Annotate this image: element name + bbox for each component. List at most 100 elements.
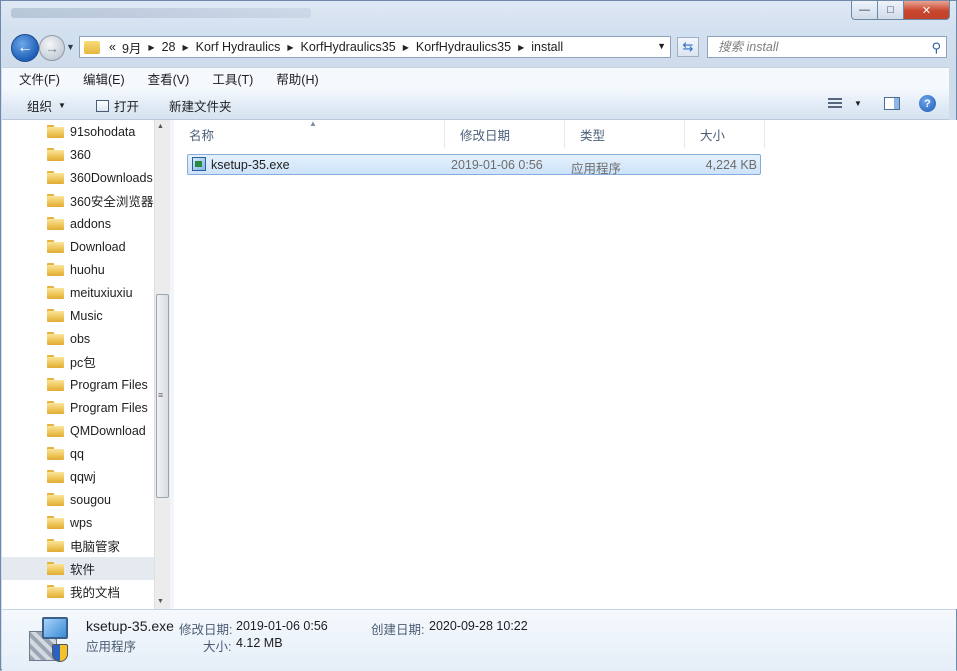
sidebar-item-label: huohu [70, 262, 105, 277]
scroll-down-arrow-icon[interactable]: ▼ [157, 598, 164, 605]
maximize-button[interactable]: □ [878, 1, 904, 20]
folder-icon [47, 539, 64, 552]
column-header-size[interactable]: 大小 [685, 120, 765, 148]
search-input[interactable] [716, 39, 920, 55]
folder-icon [47, 585, 64, 598]
sidebar-item[interactable]: 91sohodata [2, 120, 154, 143]
help-icon[interactable]: ? [919, 95, 936, 112]
command-bar: 组织 ▼ 打开 新建文件夹 ▼ ? [2, 89, 949, 120]
forward-button[interactable]: → [39, 35, 65, 61]
breadcrumb-item[interactable]: 28 [159, 40, 179, 54]
address-dropdown-icon[interactable]: ▼ [657, 41, 666, 51]
details-size-value: 4.12 MB [236, 636, 283, 650]
sidebar-item[interactable]: 我的文档 [2, 580, 154, 603]
folder-icon [47, 240, 64, 253]
column-header-type[interactable]: 类型 [565, 120, 685, 148]
view-options-dropdown-icon[interactable]: ▼ [854, 99, 862, 108]
refresh-button[interactable]: ⇆ [677, 37, 699, 57]
sidebar-item[interactable]: 360Downloads [2, 166, 154, 189]
menu-edit[interactable]: 编辑(E) [66, 69, 131, 88]
sidebar-item[interactable]: 电脑管家 [2, 534, 154, 557]
sidebar-item[interactable]: meituxiuxiu [2, 281, 154, 304]
sidebar-item[interactable]: Program Files [2, 373, 154, 396]
sidebar-item[interactable]: qqwj [2, 465, 154, 488]
sidebar-item-label: 电脑管家 [70, 540, 121, 554]
breadcrumb-chevron-icon[interactable]: ▶ [144, 43, 158, 52]
scroll-up-arrow-icon[interactable]: ▲ [157, 123, 164, 130]
sidebar-item-label: 360 [70, 147, 91, 162]
organize-button[interactable]: 组织 ▼ [27, 96, 66, 115]
folder-icon [47, 355, 64, 368]
back-button[interactable]: ← [11, 34, 39, 62]
address-folder-icon [84, 40, 100, 54]
change-view-icon[interactable] [828, 98, 842, 109]
breadcrumb-chevron-icon[interactable]: ▶ [178, 43, 192, 52]
search-icon[interactable]: ⚲ [931, 40, 941, 56]
sidebar-item[interactable]: wps [2, 511, 154, 534]
details-file-type: 应用程序 [86, 640, 137, 654]
file-list: 名称 ▲ 修改日期 类型 大小 ksetup-35.exe 2019-01-06… [174, 119, 949, 609]
folder-icon [47, 424, 64, 437]
sidebar-item[interactable]: 360 [2, 143, 154, 166]
folder-icon [47, 309, 64, 322]
sidebar-item-selected[interactable]: 软件 [2, 557, 154, 580]
folder-icon [47, 286, 64, 299]
open-button[interactable]: 打开 [96, 96, 139, 115]
breadcrumb-item[interactable]: KorfHydraulics35 [298, 40, 399, 54]
sidebar-item[interactable]: QMDownload [2, 419, 154, 442]
menu-tools[interactable]: 工具(T) [195, 69, 259, 88]
menu-help[interactable]: 帮助(H) [259, 69, 324, 88]
sidebar-item[interactable]: Download [2, 235, 154, 258]
sidebar-item[interactable]: addons [2, 212, 154, 235]
close-button[interactable]: ✕ [904, 1, 950, 20]
breadcrumb-item-current[interactable]: install [528, 40, 566, 54]
organize-label: 组织 [27, 100, 53, 114]
navigation-bar: ← → ▼ « 9月 ▶ 28 ▶ Korf Hydraulics ▶ Korf… [1, 32, 956, 62]
sidebar-item[interactable]: qq [2, 442, 154, 465]
column-header-name[interactable]: 名称 ▲ [174, 119, 445, 148]
sidebar-item-label: Music [70, 308, 103, 323]
breadcrumb: « 9月 ▶ 28 ▶ Korf Hydraulics ▶ KorfHydrau… [106, 38, 566, 57]
address-bar[interactable]: « 9月 ▶ 28 ▶ Korf Hydraulics ▶ KorfHydrau… [79, 36, 671, 58]
breadcrumb-chevron-icon[interactable]: ▶ [399, 43, 413, 52]
folder-icon [47, 125, 64, 138]
breadcrumb-item[interactable]: 9月 [119, 38, 144, 57]
minimize-button[interactable]: — [851, 1, 878, 20]
folder-icon [47, 332, 64, 345]
file-modified: 2019-01-06 0:56 [451, 158, 543, 172]
sidebar-item[interactable]: sougou [2, 488, 154, 511]
file-row-selected[interactable]: ksetup-35.exe 2019-01-06 0:56 应用程序 4,224… [187, 154, 761, 176]
breadcrumb-item[interactable]: Korf Hydraulics [193, 40, 284, 54]
sidebar-item-label: 软件 [70, 563, 96, 577]
column-header-modified[interactable]: 修改日期 [445, 120, 565, 148]
sidebar-item[interactable]: Music [2, 304, 154, 327]
sidebar-item-label: 91sohodata [70, 124, 136, 139]
sidebar-item-label: QMDownload [70, 423, 146, 438]
folder-icon [47, 516, 64, 529]
folder-icon [47, 378, 64, 391]
sidebar-item[interactable]: pc包 [2, 350, 154, 373]
menu-file[interactable]: 文件(F) [2, 69, 66, 88]
breadcrumb-item[interactable]: KorfHydraulics35 [413, 40, 514, 54]
sidebar-item[interactable]: huohu [2, 258, 154, 281]
sidebar-item-label: pc包 [70, 356, 96, 370]
sidebar-item[interactable]: Program Files [2, 396, 154, 419]
menu-view[interactable]: 查看(V) [131, 69, 196, 88]
breadcrumb-chevron-icon[interactable]: ▶ [514, 43, 528, 52]
details-file-name: ksetup-35.exe [86, 618, 174, 634]
folder-icon [47, 217, 64, 230]
preview-pane-icon[interactable] [884, 97, 900, 110]
sidebar-item[interactable]: obs [2, 327, 154, 350]
folder-icon [47, 493, 64, 506]
breadcrumb-chevron-icon[interactable]: ▶ [283, 43, 297, 52]
search-box[interactable]: ⚲ [707, 36, 947, 58]
breadcrumb-overflow[interactable]: « [106, 40, 119, 54]
sidebar-item[interactable]: 360安全浏览器 [2, 189, 154, 212]
history-dropdown-icon[interactable]: ▼ [66, 42, 75, 52]
open-icon [96, 99, 109, 112]
navigation-pane: 91sohodata 360 360Downloads 360安全浏览器 add… [2, 120, 170, 609]
forward-arrow-icon: → [45, 40, 59, 56]
window-title-blur [11, 8, 311, 18]
new-folder-button[interactable]: 新建文件夹 [169, 96, 232, 115]
sidebar-item-label: obs [70, 331, 91, 346]
